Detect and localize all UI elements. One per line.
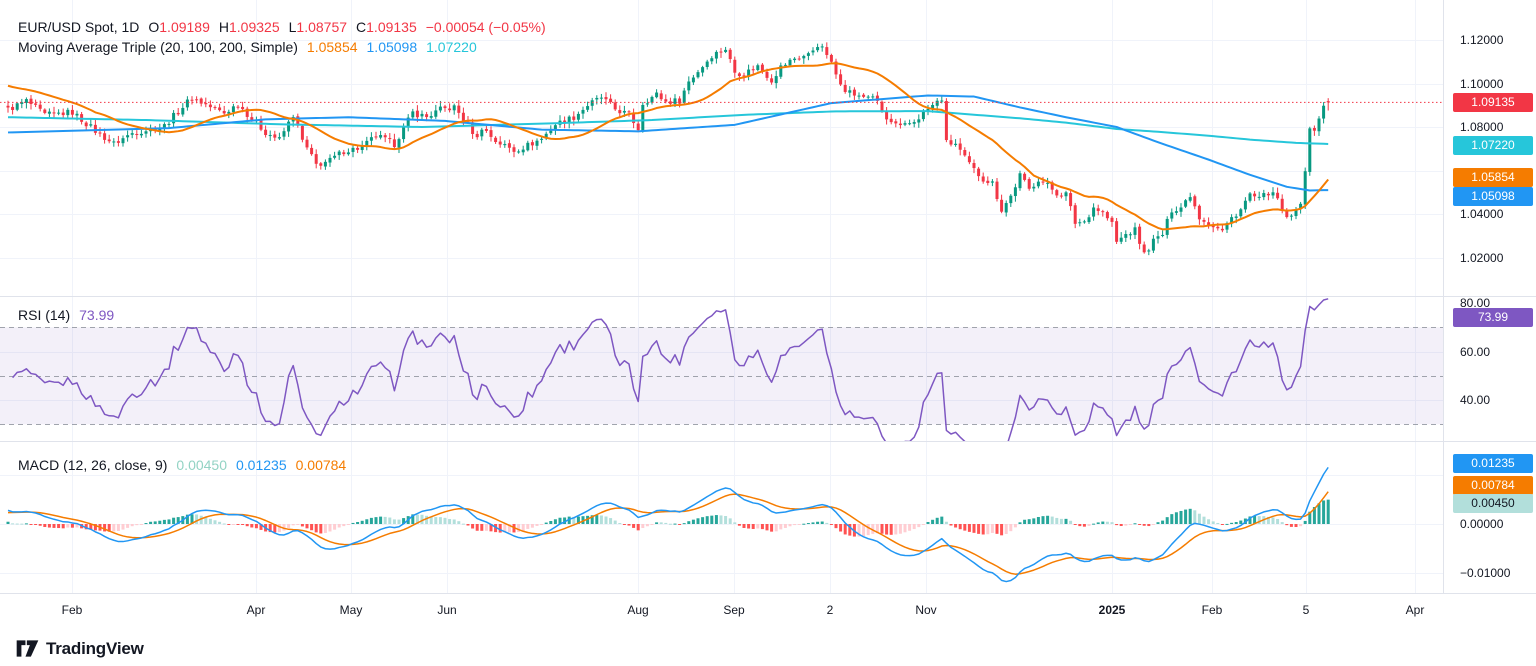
- axis-tick-label: 0.00000: [1460, 517, 1503, 531]
- rsi-value: 73.99: [79, 307, 114, 323]
- close-label: C: [356, 19, 366, 35]
- time-axis-label: 2: [827, 603, 834, 617]
- axis-value-badge: 1.07220: [1453, 136, 1533, 155]
- footer: TradingView: [0, 631, 1536, 666]
- axis-value-badge: 1.05098: [1453, 187, 1533, 206]
- high-value: 1.09325: [229, 19, 280, 35]
- time-axis-label: 5: [1303, 603, 1310, 617]
- ma20-value: 1.05854: [307, 39, 358, 55]
- time-axis-label: 2025: [1099, 603, 1126, 617]
- close-value: 1.09135: [366, 19, 417, 35]
- axis-value-badge: 73.99: [1453, 308, 1533, 327]
- time-axis-label: Apr: [1406, 603, 1425, 617]
- time-axis-label: Feb: [1202, 603, 1223, 617]
- pane-separator-price-rsi[interactable]: [0, 296, 1536, 297]
- price-axis[interactable]: 1.120001.100001.080001.040001.0200080.00…: [1443, 0, 1536, 630]
- axis-tick-label: −0.01000: [1460, 566, 1510, 580]
- axis-tick-label: 1.12000: [1460, 33, 1503, 47]
- time-axis-label: Apr: [247, 603, 266, 617]
- axis-value-badge: 0.01235: [1453, 454, 1533, 473]
- open-label: O: [148, 19, 159, 35]
- axis-tick-label: 1.02000: [1460, 251, 1503, 265]
- ma200-value: 1.07220: [426, 39, 477, 55]
- rsi-title: RSI (14): [18, 307, 70, 323]
- macd-signal-value: 0.00784: [296, 457, 347, 473]
- macd-title: MACD (12, 26, close, 9): [18, 457, 167, 473]
- axis-value-badge: 0.00784: [1453, 476, 1533, 495]
- axis-value-badge: 1.05854: [1453, 168, 1533, 187]
- time-axis-label: Sep: [723, 603, 744, 617]
- axis-value-badge: 1.09135: [1453, 93, 1533, 112]
- tradingview-chart-widget: EUR/USD Spot, 1DO1.09189H1.09325L1.08757…: [0, 0, 1536, 666]
- axis-tick-label: 60.00: [1460, 345, 1490, 359]
- macd-line-value: 0.01235: [236, 457, 287, 473]
- macd-legend: MACD (12, 26, close, 9) 0.00450 0.01235 0.0…: [18, 457, 346, 473]
- time-axis-label: Jun: [437, 603, 456, 617]
- chart-canvas[interactable]: [0, 0, 1443, 630]
- brand-name[interactable]: TradingView: [46, 639, 144, 659]
- axis-tick-label: 1.08000: [1460, 120, 1503, 134]
- axis-tick-label: 1.10000: [1460, 77, 1503, 91]
- time-axis-label: May: [340, 603, 363, 617]
- high-label: H: [219, 19, 229, 35]
- tradingview-logo-icon: [16, 639, 39, 658]
- time-axis-label: Nov: [915, 603, 936, 617]
- open-value: 1.09189: [159, 19, 210, 35]
- rsi-legend: RSI (14) 73.99: [18, 307, 114, 323]
- ma-title: Moving Average Triple (20, 100, 200, Sim…: [18, 39, 298, 55]
- change-value: −0.00054 (−0.05%): [426, 19, 546, 35]
- ma100-value: 1.05098: [367, 39, 418, 55]
- time-axis-label: Feb: [62, 603, 83, 617]
- ma-legend: Moving Average Triple (20, 100, 200, Sim…: [18, 39, 477, 55]
- symbol-title: EUR/USD Spot, 1D: [18, 19, 139, 35]
- low-value: 1.08757: [296, 19, 347, 35]
- axis-tick-label: 1.04000: [1460, 207, 1503, 221]
- pane-separator-rsi-macd[interactable]: [0, 441, 1536, 442]
- axis-tick-label: 40.00: [1460, 393, 1490, 407]
- axis-value-badge: 0.00450: [1453, 494, 1533, 513]
- time-axis-label: Aug: [627, 603, 648, 617]
- macd-hist-value: 0.00450: [176, 457, 227, 473]
- time-axis[interactable]: Feb Apr May Jun Aug Sep 2 Nov 2025 Feb 5 Apr: [0, 593, 1536, 632]
- symbol-legend: EUR/USD Spot, 1DO1.09189H1.09325L1.08757…: [18, 19, 546, 35]
